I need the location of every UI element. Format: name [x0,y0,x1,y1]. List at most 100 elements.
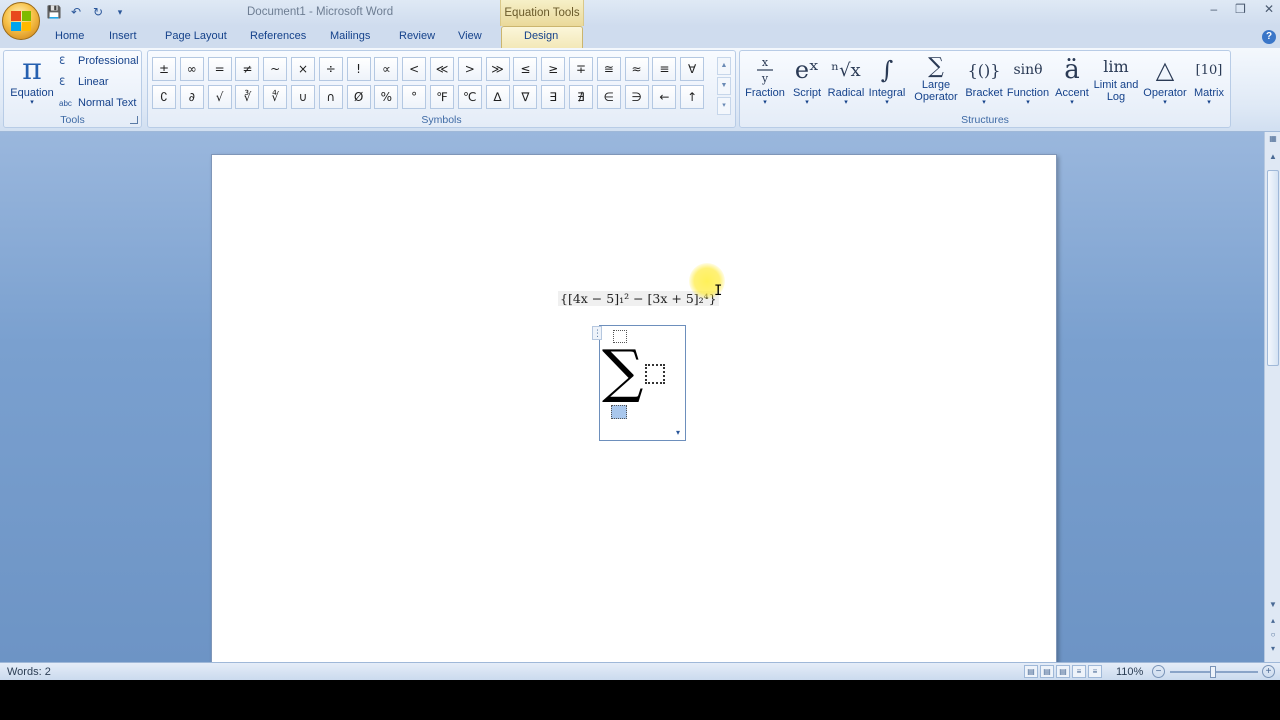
limit-and-log-button[interactable]: lim Limit and Log [1092,53,1140,115]
radical-button[interactable]: ⁿ√x Radical ▾ [826,53,866,115]
accent-button[interactable]: ä Accent ▾ [1052,53,1092,115]
symbol-button[interactable]: ÷ [318,57,343,81]
symbol-button[interactable]: ℃ [457,85,482,109]
symbol-button[interactable]: ≪ [429,57,454,81]
symbol-button[interactable]: ∈ [596,85,621,109]
next-page-button[interactable]: ▾ [1267,644,1279,653]
equation-button[interactable]: π Equation ▾ [7,53,57,113]
tab-view[interactable]: View [458,30,482,42]
symbol-button[interactable]: = [207,57,232,81]
symbol-button[interactable]: ∛ [235,85,260,109]
symbol-button[interactable]: ± [152,57,176,81]
symbol-button[interactable]: ∩ [318,85,343,109]
symbol-button[interactable]: ∪ [290,85,315,109]
matrix-button[interactable]: [10] Matrix ▾ [1190,53,1228,115]
symbol-button[interactable]: × [290,57,315,81]
symbol-button[interactable]: ! [346,57,371,81]
tab-review[interactable]: Review [399,30,435,42]
symbol-button[interactable]: ∁ [152,85,176,109]
symbol-button[interactable]: ∂ [179,85,204,109]
draft-icon[interactable]: ≡ [1088,665,1102,678]
ruler-toggle-icon[interactable]: ▦ [1267,134,1279,143]
symbol-button[interactable]: ↑ [680,85,705,109]
zoom-level[interactable]: 110% [1116,666,1143,678]
symbol-button[interactable]: ≈ [624,57,649,81]
symbol-button[interactable]: ° [402,85,427,109]
symbol-button[interactable]: % [374,85,399,109]
scroll-thumb[interactable] [1267,170,1279,366]
zoom-out-button[interactable]: − [1152,665,1165,678]
large-operator-button[interactable]: ∑ Large Operator [908,53,964,115]
summand-placeholder[interactable] [645,364,665,384]
symbol-button[interactable]: ≫ [485,57,510,81]
symbol-button[interactable]: ~ [263,57,288,81]
scroll-up-button[interactable]: ▲ [1267,152,1279,161]
restore-button[interactable]: ❒ [1235,2,1246,16]
symbol-button[interactable]: ℉ [429,85,454,109]
bracket-button[interactable]: {()} Bracket ▾ [964,53,1004,115]
function-button[interactable]: sinθ Function ▾ [1004,53,1052,115]
gallery-scroll-up-button[interactable]: ▲ [717,57,731,75]
select-browse-object-button[interactable]: ○ [1267,630,1279,639]
symbol-button[interactable]: ∝ [374,57,399,81]
symbol-button[interactable]: ∇ [513,85,538,109]
symbol-button[interactable]: ≠ [235,57,260,81]
minimize-button[interactable]: – [1210,2,1217,16]
symbol-button[interactable]: ∜ [263,85,288,109]
operator-button[interactable]: △ Operator ▾ [1140,53,1190,115]
tab-page-layout[interactable]: Page Layout [165,30,227,42]
tab-references[interactable]: References [250,30,306,42]
gallery-more-button[interactable]: ▾ [717,97,731,115]
tab-mailings[interactable]: Mailings [330,30,370,42]
professional-button[interactable]: ℇ Professional [59,55,139,67]
symbol-button[interactable]: ≅ [596,57,621,81]
symbol-button[interactable]: Ø [346,85,371,109]
script-button[interactable]: eˣ Script ▾ [788,53,826,115]
undo-icon[interactable]: ↶ [68,4,84,20]
tab-design[interactable]: Design [524,30,558,42]
document-page[interactable]: {[4x − 5]₁² − [3x + 5]₂⁴} I ⋮ ∑ ▾ [211,154,1057,674]
print-layout-icon[interactable]: ▤ [1024,665,1038,678]
normal-text-button[interactable]: abc Normal Text [59,97,136,109]
vertical-scrollbar[interactable]: ▦ ▲ ▼ ▴ ○ ▾ [1264,132,1280,662]
symbol-button[interactable]: ∞ [179,57,204,81]
lower-limit-placeholder[interactable] [611,405,627,419]
help-icon[interactable]: ? [1262,30,1276,44]
close-button[interactable]: ✕ [1264,2,1274,16]
symbol-button[interactable]: ∀ [680,57,705,81]
equation-move-handle[interactable]: ⋮ [592,326,602,340]
office-button[interactable] [2,2,40,40]
outline-icon[interactable]: ≡ [1072,665,1086,678]
previous-page-button[interactable]: ▴ [1267,616,1279,625]
symbol-button[interactable]: ≥ [541,57,566,81]
symbol-button[interactable]: ∄ [568,85,593,109]
word-count[interactable]: Words: 2 [7,666,51,678]
symbol-button[interactable]: < [402,57,427,81]
integral-button[interactable]: ∫ Integral ▾ [866,53,908,115]
symbol-button[interactable]: ∋ [624,85,649,109]
full-screen-reading-icon[interactable]: ▤ [1040,665,1054,678]
equation-options-dropdown[interactable]: ▾ [671,426,685,440]
symbol-button[interactable]: ∆ [485,85,510,109]
symbol-button[interactable]: > [457,57,482,81]
symbol-button[interactable]: ≡ [652,57,677,81]
web-layout-icon[interactable]: ▤ [1056,665,1070,678]
zoom-slider-thumb[interactable] [1210,666,1216,678]
symbol-button[interactable]: ← [652,85,677,109]
customize-qat-icon[interactable]: ▾ [112,4,128,20]
symbol-button[interactable]: √ [207,85,232,109]
symbol-button[interactable]: ∃ [541,85,566,109]
fraction-button[interactable]: xy Fraction ▾ [744,53,786,115]
dialog-launcher-icon[interactable] [130,116,138,124]
redo-icon[interactable]: ↻ [90,4,106,20]
tab-home[interactable]: Home [55,30,84,42]
gallery-scroll-down-button[interactable]: ▼ [717,77,731,95]
symbol-button[interactable]: ∓ [568,57,593,81]
zoom-in-button[interactable]: + [1262,665,1275,678]
large-operator-equation[interactable]: ⋮ ∑ ▾ [592,325,686,441]
tab-insert[interactable]: Insert [109,30,137,42]
linear-button[interactable]: ℇ Linear [59,76,109,88]
scroll-down-button[interactable]: ▼ [1267,600,1279,609]
save-icon[interactable]: 💾 [46,4,62,20]
symbol-button[interactable]: ≤ [513,57,538,81]
